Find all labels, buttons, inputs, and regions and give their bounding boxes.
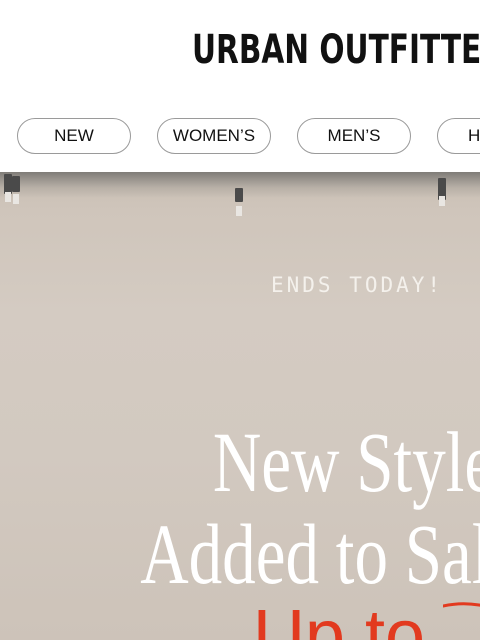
hanger-clip [235,188,243,216]
promo-eyebrow: ENDS TODAY! [271,273,444,297]
category-nav: NEW WOMEN’S MEN’S HOME [0,118,480,156]
hero-headline: New Styles Added to Sale [140,416,480,600]
hero-banner[interactable]: ENDS TODAY! New Styles Added to Sale Up … [0,172,480,640]
hero-headline-line2: Added to Sale [139,506,480,602]
nav-item-new[interactable]: NEW [17,118,131,154]
hanger-clip [12,176,20,204]
hero-headline-line1: New Styles [212,414,480,510]
page: URBAN OUTFITTERS NEW WOMEN’S MEN’S HOME … [0,0,480,640]
brand-logo[interactable]: URBAN OUTFITTERS [192,30,480,70]
hanger-clip [438,178,446,206]
brush-underline-icon [443,602,480,608]
nav-item-mens[interactable]: MEN’S [297,118,411,154]
site-header: URBAN OUTFITTERS [0,0,480,110]
hanger-clip [4,174,12,202]
nav-item-home[interactable]: HOME [437,118,480,154]
sale-text: Up to [253,596,426,640]
nav-item-womens[interactable]: WOMEN’S [157,118,271,154]
